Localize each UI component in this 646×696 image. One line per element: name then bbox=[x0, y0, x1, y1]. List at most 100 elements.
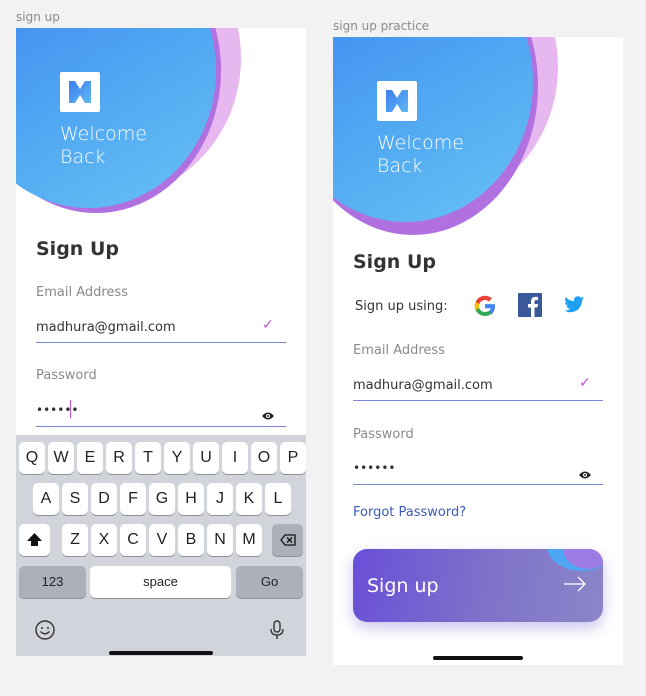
key-j[interactable]: J bbox=[207, 483, 233, 515]
key-label: G bbox=[155, 490, 169, 507]
welcome-text: Welcome Back bbox=[377, 132, 464, 178]
key-s[interactable]: S bbox=[62, 483, 88, 515]
key-m[interactable]: M bbox=[236, 524, 262, 556]
password-label: Password bbox=[36, 368, 97, 383]
key-label: J bbox=[216, 490, 224, 507]
key-v[interactable]: V bbox=[149, 524, 175, 556]
key-label: O bbox=[257, 449, 271, 466]
password-field[interactable]: •••••• bbox=[353, 461, 395, 475]
key-label: W bbox=[53, 449, 69, 466]
key-n[interactable]: N bbox=[207, 524, 233, 556]
key-label: B bbox=[185, 531, 197, 548]
key-c[interactable]: C bbox=[120, 524, 146, 556]
key-label: F bbox=[128, 490, 138, 507]
key-x[interactable]: X bbox=[91, 524, 117, 556]
space-key-label: space bbox=[143, 574, 178, 589]
eye-icon[interactable] bbox=[578, 465, 592, 484]
numbers-key[interactable]: 123 bbox=[19, 566, 86, 598]
check-icon: ✓ bbox=[579, 375, 591, 391]
check-icon: ✓ bbox=[262, 317, 274, 333]
email-field[interactable]: madhura@gmail.com bbox=[36, 320, 176, 335]
frame-label-sign-up: sign up bbox=[16, 10, 60, 24]
password-underline bbox=[353, 484, 603, 485]
key-label: D bbox=[98, 490, 110, 507]
key-label: P bbox=[287, 449, 299, 466]
sign-up-button[interactable]: Sign up bbox=[353, 549, 603, 622]
key-label: C bbox=[127, 531, 139, 548]
space-key[interactable]: space bbox=[90, 566, 231, 598]
welcome-line-1: Welcome bbox=[60, 123, 147, 145]
header-blob-blue bbox=[16, 28, 216, 208]
header-blob-blue bbox=[333, 37, 533, 222]
key-r[interactable]: R bbox=[106, 442, 132, 474]
emoji-icon[interactable] bbox=[34, 619, 56, 645]
key-label: T bbox=[143, 449, 153, 466]
key-label: A bbox=[40, 490, 52, 507]
forgot-password-link[interactable]: Forgot Password? bbox=[353, 505, 466, 520]
key-a[interactable]: A bbox=[33, 483, 59, 515]
password-underline bbox=[36, 426, 286, 427]
home-indicator bbox=[433, 656, 523, 660]
key-l[interactable]: L bbox=[265, 483, 291, 515]
on-screen-keyboard: QWER T YU I OP ASD FGH J K L Z XCVBNM 123 space G… bbox=[16, 435, 306, 656]
app-logo bbox=[60, 72, 100, 112]
key-q[interactable]: Q bbox=[19, 442, 45, 474]
page-title: Sign Up bbox=[353, 251, 436, 273]
social-signup-label: Sign up using: bbox=[355, 299, 448, 314]
app-logo bbox=[377, 81, 417, 121]
facebook-icon[interactable] bbox=[518, 293, 542, 321]
email-label: Email Address bbox=[36, 285, 128, 300]
key-u[interactable]: U bbox=[193, 442, 219, 474]
key-label: I bbox=[232, 449, 238, 466]
key-b[interactable]: B bbox=[178, 524, 204, 556]
key-label: X bbox=[98, 531, 110, 548]
key-label: L bbox=[273, 490, 283, 507]
numbers-key-label: 123 bbox=[41, 574, 64, 589]
key-label: V bbox=[156, 531, 168, 548]
key-i[interactable]: I bbox=[222, 442, 248, 474]
key-e[interactable]: E bbox=[77, 442, 103, 474]
key-k[interactable]: K bbox=[236, 483, 262, 515]
key-label: Y bbox=[171, 449, 183, 466]
google-icon[interactable] bbox=[472, 293, 498, 323]
key-w[interactable]: W bbox=[48, 442, 74, 474]
microphone-icon[interactable] bbox=[269, 619, 285, 645]
page-title: Sign Up bbox=[36, 238, 119, 260]
key-f[interactable]: F bbox=[120, 483, 146, 515]
arrow-right-icon bbox=[563, 573, 587, 598]
key-g[interactable]: G bbox=[149, 483, 175, 515]
key-h[interactable]: H bbox=[178, 483, 204, 515]
frame-label-sign-up-practice: sign up practice bbox=[333, 19, 430, 33]
go-key-label: Go bbox=[260, 574, 279, 589]
key-label: Q bbox=[25, 449, 39, 466]
key-label: N bbox=[214, 531, 226, 548]
key-label: E bbox=[84, 449, 96, 466]
go-key[interactable]: Go bbox=[236, 566, 303, 598]
key-p[interactable]: P bbox=[280, 442, 306, 474]
key-label: U bbox=[200, 449, 212, 466]
welcome-line-1: Welcome bbox=[377, 132, 464, 154]
twitter-icon[interactable] bbox=[563, 295, 585, 319]
key-t[interactable]: T bbox=[135, 442, 161, 474]
key-z[interactable]: Z bbox=[62, 524, 88, 556]
email-field[interactable]: madhura@gmail.com bbox=[353, 378, 493, 393]
shift-key[interactable] bbox=[19, 524, 50, 556]
key-label: H bbox=[185, 490, 197, 507]
eye-icon[interactable] bbox=[261, 406, 275, 425]
sign-up-button-label: Sign up bbox=[367, 575, 439, 597]
key-y[interactable]: Y bbox=[164, 442, 190, 474]
key-label: S bbox=[69, 490, 81, 507]
key-label: K bbox=[243, 490, 255, 507]
key-d[interactable]: D bbox=[91, 483, 117, 515]
key-label: R bbox=[113, 449, 125, 466]
backspace-key[interactable] bbox=[272, 524, 303, 556]
sign-up-screen: Welcome Back Sign Up Email Address madhu… bbox=[16, 28, 306, 656]
email-underline bbox=[353, 400, 603, 401]
key-label: Z bbox=[70, 531, 80, 548]
key-label: M bbox=[242, 531, 256, 548]
welcome-line-2: Back bbox=[377, 155, 423, 177]
home-indicator bbox=[109, 651, 213, 655]
sign-up-practice-screen: Welcome Back Sign Up Sign up using: Emai… bbox=[333, 37, 623, 665]
key-o[interactable]: O bbox=[251, 442, 277, 474]
password-field[interactable]: •••••• bbox=[36, 403, 78, 417]
